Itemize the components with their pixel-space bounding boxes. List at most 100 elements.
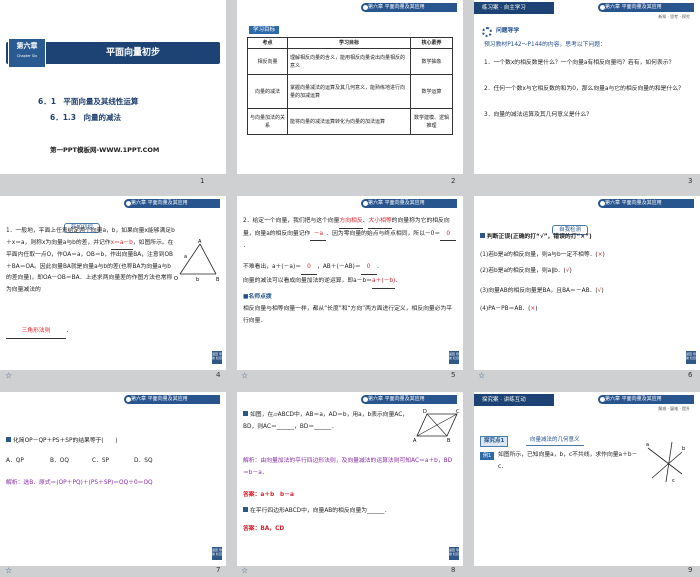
slide-2[interactable]: 学习目标 考点 学习目标 核心素养 相反向量 理解相反向量的含义，能用相反向量说…: [237, 0, 463, 174]
table-row: 与向量加法的关系 能将向量的减法运算转化为向量的加法运算 数学建模、逻辑推理: [247, 108, 453, 135]
point-label: C: [456, 409, 460, 415]
item-text: (2)若b是a的相反向量，则a∥b．(: [480, 268, 566, 274]
slide-number: 4: [216, 371, 221, 379]
item-text: ): [602, 252, 605, 258]
question-3: 3．向量的减法运算及其几何意义是什么？: [484, 112, 593, 118]
point-title: 向量减法的几何意义: [526, 436, 584, 446]
item-text: (1)若b是a的相反向量，则a与b一定不相等．(: [480, 252, 598, 258]
table-cell: 掌握向量减法的运算及其几何意义，能熟练地进行向量的加减运算: [287, 74, 411, 109]
slide-4[interactable]: 第六章 平面向量及其应用 新知初探 1．一般地，平面上任意给定两个向量a，b，如…: [0, 196, 226, 370]
text-part: 2．给定一个向量，我们把与这个向量: [243, 218, 340, 224]
closing-text: 三角形法则．: [6, 326, 206, 339]
question-text: 化简OP－QP＋PS＋SP的结果等于( ): [13, 438, 118, 444]
example-tag: 例1: [480, 452, 495, 460]
return-icon[interactable]: 返回 导航 栏目: [212, 351, 222, 364]
table-row: 向量的减法 掌握向量减法的运算及其几何意义，能熟练地进行向量的加减运算 数学运算: [247, 74, 453, 109]
option: A．QP: [6, 458, 24, 464]
slide-3[interactable]: 练习案 · 自主学习 第六章 平面向量及其应用 新知 · 思考 · 探究 问题导…: [474, 0, 700, 174]
chapter-header: 第六章 平面向量及其应用: [361, 395, 457, 404]
answer-blank: －a: [310, 229, 327, 241]
sum-line: 不难看出，a＋(－a)＝ 0 ，AB＋(－AB)＝ 0 ．: [243, 262, 459, 275]
guide-title: 问题导学: [496, 28, 520, 34]
slide-number: 5: [451, 371, 456, 379]
speaker-icon[interactable]: ☆: [5, 566, 12, 575]
text-part: ．: [395, 278, 402, 284]
table-row: 相反向量 理解相反向量的含义，能用相反向量说出向量相反的意义 数学抽象: [247, 48, 453, 75]
speaker-icon[interactable]: ☆: [5, 371, 12, 380]
point-badge: 探究点1: [480, 436, 509, 447]
slide-7[interactable]: 第六章 平面向量及其应用 化简OP－QP＋PS＋SP的结果等于( ) A．QP …: [0, 392, 226, 566]
slide-8[interactable]: 第六章 平面向量及其应用 如图，在▱ABCD中，AB＝a，AD＝b，用a，b表示…: [237, 392, 463, 566]
slide-6[interactable]: 第六章 平面向量及其应用 自我检测 判断正误(正确的打“√”，错误的打“×”) …: [474, 196, 700, 370]
item-text: (4)PA－PB＝AB．(: [480, 306, 531, 312]
point-label: A: [198, 239, 202, 245]
speaker-icon[interactable]: ☆: [478, 371, 485, 380]
vector-label: b: [682, 446, 685, 452]
table-cell: 能将向量的减法运算转化为向量的加法运算: [287, 108, 411, 135]
item-text: ): [535, 306, 538, 312]
slide-number: 1: [200, 177, 205, 185]
text-part: ．因为零向量的始点与终点相同，所以－0＝: [326, 230, 441, 237]
chapter-header: 第六章 平面向量及其应用: [598, 3, 694, 12]
bullet-icon: [243, 507, 248, 512]
slide-1[interactable]: 第六章 Chapter Six 平面向量初步 6．1 平面向量及其线性运算 6．…: [0, 0, 226, 174]
slide-5[interactable]: 第六章 平面向量及其应用 2．给定一个向量，我们把与这个向量方向相反、大小相等的…: [237, 196, 463, 370]
vector-label: a: [646, 442, 649, 448]
definition-part: ．: [66, 328, 72, 334]
return-icon[interactable]: 返回 导航 栏目: [449, 351, 459, 364]
instruction: 判断正误(正确的打“√”，错误的打“×”): [480, 232, 696, 244]
instruction-text: 判断正误(正确的打“√”，错误的打“×”): [487, 234, 592, 240]
answer-2: 答案：BA，CD: [243, 526, 285, 532]
chapter-header: 第六章 平面向量及其应用: [124, 199, 220, 208]
definition-text: 1．一般地，平面上任意给定两个向量a，b，如果向量x能够满足b＋x＝a，则称x为…: [6, 226, 176, 296]
answer-blank: x＝a－b: [110, 238, 133, 250]
table-cell: 数学运算: [410, 74, 453, 109]
table-cell: 数学抽象: [410, 48, 453, 75]
answer-blank: 大小相等: [368, 216, 392, 229]
section-tag: 练习案 · 自主学习: [482, 5, 526, 11]
chapter-header: 第六章 平面向量及其应用: [361, 3, 457, 12]
example-text: 如图所示，已知向量a，b，c不共线，求作向量a＋b－c．: [498, 452, 638, 470]
table-cell: 向量的减法: [247, 74, 288, 109]
table-header: 核心素养: [410, 37, 453, 49]
note-title: ■名师点拨: [243, 294, 272, 300]
table-header-row: 考点 学习目标 核心素养: [247, 37, 453, 49]
section-subtag: 新知 · 思考 · 探究: [658, 14, 690, 19]
chapter-badge-label: 第六章: [16, 42, 38, 50]
point-label: O: [174, 276, 178, 282]
table-cell: 理解相反向量的含义，能用相反向量说出向量相反的意义: [287, 48, 411, 75]
guide-intro: 预习教材P142～P144的内容，思考以下问题：: [484, 42, 606, 48]
opposite-vector-text: 2．给定一个向量，我们把与这个向量方向相反、大小相等的向量称为它的相反向量，向量…: [243, 216, 459, 253]
speaker-icon[interactable]: ☆: [241, 371, 248, 380]
chapter-header: 第六章 平面向量及其应用: [361, 199, 457, 208]
bullet-icon: [243, 411, 248, 416]
item-text: ): [569, 268, 572, 274]
table-cell: 相反向量: [247, 48, 288, 75]
slide-number: 6: [688, 371, 693, 379]
question-text: 在平行四边形ABCD中，向量AB的相反向量为______．: [250, 508, 391, 514]
slide-9[interactable]: 探究案 · 讲练互动 第六章 平面向量及其应用 解惑 · 疑难 · 提升 探究点…: [474, 392, 700, 566]
chapter-header: 第六章 平面向量及其应用: [598, 395, 694, 404]
table-header: 考点: [247, 37, 288, 49]
point-label: A: [413, 438, 417, 442]
triangle-figure: A B O a b: [174, 239, 220, 282]
slide-number: 9: [688, 566, 693, 574]
gear-icon: [482, 27, 492, 37]
slide-number: 7: [216, 566, 221, 574]
table-cell: 与向量加法的关系: [247, 108, 288, 135]
text-part: ，AB＋(－AB)＝: [317, 264, 361, 270]
question-2: 在平行四边形ABCD中，向量AB的相反向量为______．: [243, 506, 457, 518]
inverse-line: 向量的减法可以看成向量加法的逆运算，即a－b＝a＋(－b)．: [243, 276, 459, 289]
solution: 解析：选B．原式＝(OP＋PQ)＋(PS＋SP)＝OQ＋0＝OQ: [6, 480, 153, 486]
return-icon[interactable]: 返回 导航 栏目: [212, 547, 222, 560]
return-icon[interactable]: 返回 导航 栏目: [686, 351, 696, 364]
question-1: 1．一个数x的相反数是什么？一个向量a有相反向量吗？若有，如何表示？: [484, 60, 675, 66]
answer-blank: 0: [360, 262, 377, 275]
solution-1: 解析：由向量加法的平行四边形法则，及向量减法的运算法则可知AC＝a＋b，BD＝b…: [243, 458, 453, 476]
answer-blank: 三角形法则: [6, 326, 66, 339]
speaker-icon[interactable]: ☆: [241, 566, 248, 575]
return-icon[interactable]: 返回 导航 栏目: [449, 547, 459, 560]
text-part: ．: [376, 264, 383, 270]
vector-label: c: [672, 478, 675, 484]
text-part: 不难看出，a＋(－a)＝: [243, 264, 302, 270]
